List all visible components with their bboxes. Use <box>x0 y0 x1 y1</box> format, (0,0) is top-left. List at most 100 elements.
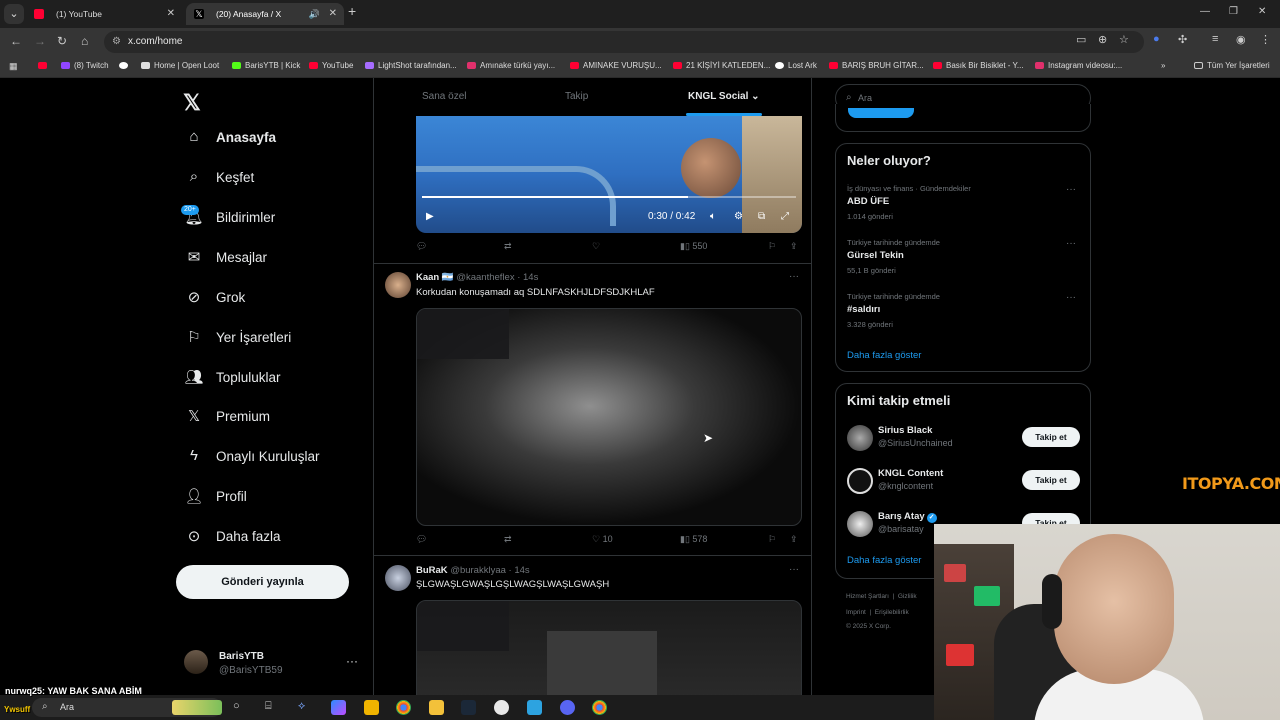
close-window-icon[interactable]: ✕ <box>1258 6 1266 17</box>
explorer-icon[interactable] <box>429 700 444 715</box>
trend-more-icon[interactable]: ··· <box>1066 238 1076 249</box>
settings-icon[interactable]: ⚙ <box>734 211 743 222</box>
store-icon[interactable] <box>364 700 379 715</box>
bookmark-action-icon[interactable]: ⚐ <box>768 241 776 252</box>
show-more-link[interactable]: Daha fazla göster <box>847 555 921 566</box>
avatar[interactable] <box>847 511 873 537</box>
tweet-video[interactable] <box>416 600 802 698</box>
views-stat[interactable]: ▮▯ 550 <box>680 241 707 252</box>
weather-widget[interactable] <box>172 700 222 715</box>
tweet-video[interactable]: ➤ <box>416 308 802 526</box>
all-bookmarks-folder[interactable]: Tüm Yer İşaretleri <box>1194 61 1270 70</box>
tab-search-menu-icon[interactable]: ⌄ <box>4 4 24 24</box>
tab-x-home[interactable]: 𝕏 (20) Anasayfa / X 🔊 ✕ <box>186 3 344 25</box>
bookmark-item[interactable] <box>38 61 51 70</box>
subscribe-button[interactable] <box>848 108 914 118</box>
zoom-icon[interactable]: ⊕ <box>1098 33 1107 46</box>
trend-item[interactable]: #saldırı <box>847 304 880 315</box>
trend-more-icon[interactable]: ··· <box>1066 184 1076 195</box>
tweet-author-name[interactable]: Kaan 🇦🇷 <box>416 272 454 283</box>
tab-kngl-social[interactable]: KNGL Social ⌄ <box>688 91 760 102</box>
views-stat[interactable]: ▮▯ 578 <box>680 534 707 545</box>
app-icon[interactable]: ⟡ <box>298 700 313 715</box>
bookmark-item[interactable]: LightShot tarafından... <box>365 61 457 70</box>
back-icon[interactable]: ← <box>10 34 22 48</box>
suggest-name[interactable]: KNGL Content <box>878 468 943 479</box>
bookmark-item[interactable]: Home | Open Loot <box>141 61 219 70</box>
trend-more-icon[interactable]: ··· <box>1066 292 1076 303</box>
close-tab-icon[interactable]: ✕ <box>167 3 175 25</box>
apps-grid-icon[interactable]: ▦ <box>9 61 18 72</box>
avatar[interactable] <box>385 272 411 298</box>
retweet-icon[interactable]: ⇄ <box>504 241 512 252</box>
bookmark-item[interactable]: 21 KİŞİYİ KATLEDEN... <box>673 61 770 70</box>
retweet-icon[interactable]: ⇄ <box>504 534 512 545</box>
tab-for-you[interactable]: Sana özel <box>422 91 466 102</box>
share-icon[interactable]: ⇪ <box>790 241 798 252</box>
play-icon[interactable]: ▶ <box>426 211 434 222</box>
volume-icon[interactable]: 🔈︎ <box>710 211 716 222</box>
post-button[interactable]: Gönderi yayınla <box>176 565 349 599</box>
reply-icon[interactable]: 💬︎ <box>416 241 427 252</box>
speaker-icon[interactable]: 🔊 <box>309 3 320 25</box>
show-more-link[interactable]: Daha fazla göster <box>847 350 921 361</box>
chrome-icon[interactable] <box>592 700 607 715</box>
tweet-author-handle[interactable]: @burakklyaa · 14s <box>450 565 529 576</box>
avatar[interactable] <box>184 650 208 674</box>
new-tab-button[interactable]: + <box>348 3 356 19</box>
bookmark-item[interactable]: YouTube <box>309 61 353 70</box>
app-icon[interactable] <box>527 700 542 715</box>
follow-button[interactable]: Takip et <box>1022 427 1080 447</box>
like-stat[interactable]: ♡ 10 <box>592 534 613 545</box>
copilot-icon[interactable] <box>331 700 346 715</box>
minimize-icon[interactable]: — <box>1200 6 1210 17</box>
address-bar[interactable]: ⚙ x.com/home <box>104 31 1144 53</box>
task-view-icon[interactable]: ○ <box>233 700 248 715</box>
steam-icon[interactable] <box>461 700 476 715</box>
bookmark-action-icon[interactable]: ⚐ <box>768 534 776 545</box>
tab-list-icon[interactable]: ≡ <box>1212 33 1218 45</box>
widgets-icon[interactable]: ⌸ <box>265 700 280 715</box>
bookmarks-overflow-icon[interactable]: » <box>1161 61 1165 70</box>
discord-icon[interactable] <box>560 700 575 715</box>
bookmark-item[interactable]: AMINAKE VURUŞU... <box>570 61 662 70</box>
bookmark-item[interactable]: Amınake türkü yayı... <box>467 61 555 70</box>
cast-icon[interactable]: ▭ <box>1076 33 1086 46</box>
follow-button[interactable]: Takip et <box>1022 470 1080 490</box>
reply-icon[interactable]: 💬︎ <box>416 534 427 545</box>
avatar[interactable] <box>847 468 873 494</box>
obs-icon[interactable] <box>494 700 509 715</box>
video-player[interactable]: ▶ 0:30 / 0:42 🔈︎ ⚙ ⧉ ⤢ <box>416 116 802 233</box>
pip-icon[interactable]: ⧉ <box>758 211 765 222</box>
restore-icon[interactable]: ❐ <box>1229 6 1238 17</box>
video-progress[interactable] <box>422 196 796 198</box>
x-logo-icon[interactable]: 𝕏 <box>183 90 201 116</box>
bookmark-item[interactable]: Instagram videosu:... <box>1035 61 1122 70</box>
tweet-author-handle[interactable]: @kaantheflex · 14s <box>456 272 538 283</box>
tab-youtube[interactable]: (1) YouTube ✕ <box>26 3 182 25</box>
extensions-puzzle-icon[interactable]: ✣ <box>1178 33 1187 46</box>
star-icon[interactable]: ☆ <box>1119 33 1129 46</box>
bookmark-item[interactable]: (8) Twitch <box>61 61 109 70</box>
reload-icon[interactable]: ↻ <box>57 34 67 48</box>
avatar[interactable] <box>385 565 411 591</box>
fullscreen-icon[interactable]: ⤢ <box>781 211 789 222</box>
bookmark-item[interactable]: Lost Ark <box>775 61 817 70</box>
account-name[interactable]: BarisYTB <box>219 651 264 662</box>
kebab-menu-icon[interactable]: ⋮ <box>1260 33 1271 46</box>
trend-item[interactable]: ABD ÜFE <box>847 196 889 207</box>
tweet-author-name[interactable]: BuRaK <box>416 565 448 576</box>
bookmark-item[interactable]: BARIŞ BRUH GİTAR... <box>829 61 924 70</box>
tab-following[interactable]: Takip <box>565 91 588 102</box>
suggest-name[interactable]: Sirius Black <box>878 425 932 436</box>
extension-icon[interactable]: ● <box>1153 33 1160 45</box>
avatar[interactable] <box>847 425 873 451</box>
tweet-more-icon[interactable]: ··· <box>789 271 799 282</box>
profile-icon[interactable]: ◉ <box>1236 33 1246 46</box>
site-info-icon[interactable]: ⚙ <box>112 36 121 47</box>
home-browser-icon[interactable]: ⌂ <box>81 34 88 48</box>
bookmark-item[interactable]: BarisYTB | Kick <box>232 61 300 70</box>
suggest-name[interactable]: Barış Atay ✓ <box>878 511 937 523</box>
bookmark-item[interactable]: Basık Bir Bisiklet - Y... <box>933 61 1024 70</box>
share-icon[interactable]: ⇪ <box>790 534 798 545</box>
